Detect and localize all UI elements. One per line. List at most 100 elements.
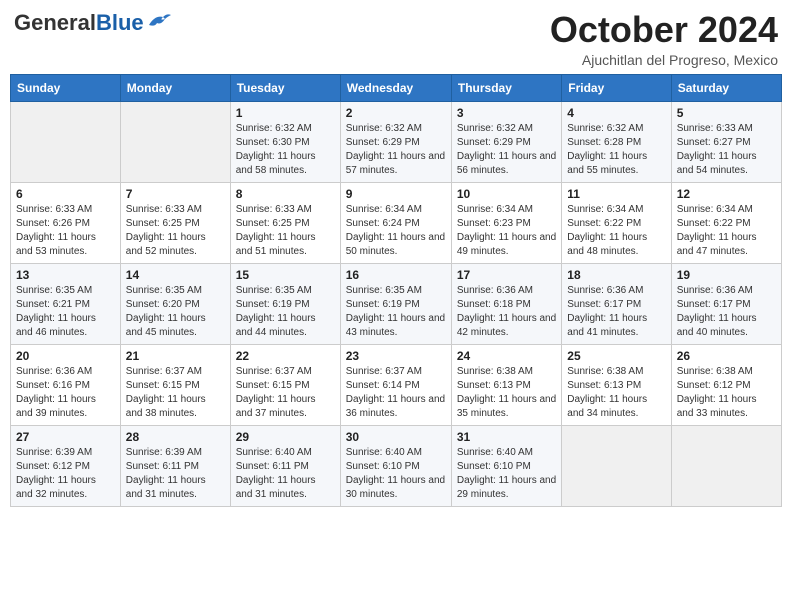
calendar-cell bbox=[562, 425, 671, 506]
logo-text: GeneralBlue bbox=[14, 10, 144, 36]
day-info: Sunrise: 6:36 AM Sunset: 6:17 PM Dayligh… bbox=[677, 284, 776, 340]
day-number: 25 bbox=[567, 349, 665, 363]
day-info: Sunrise: 6:34 AM Sunset: 6:24 PM Dayligh… bbox=[346, 203, 446, 259]
day-number: 18 bbox=[567, 268, 665, 282]
day-info: Sunrise: 6:39 AM Sunset: 6:11 PM Dayligh… bbox=[126, 446, 225, 502]
calendar-cell: 30 Sunrise: 6:40 AM Sunset: 6:10 PM Dayli… bbox=[340, 425, 451, 506]
calendar-header: SundayMondayTuesdayWednesdayThursdayFrid… bbox=[11, 74, 782, 101]
calendar-cell: 25Sunrise: 6:38 AM Sunset: 6:13 PM Dayli… bbox=[562, 344, 671, 425]
calendar-cell: 5Sunrise: 6:33 AM Sunset: 6:27 PM Daylig… bbox=[671, 101, 781, 182]
day-info: Sunrise: 6:35 AM Sunset: 6:19 PM Dayligh… bbox=[346, 284, 446, 340]
day-number: 1 bbox=[236, 106, 335, 120]
day-info: Sunrise: 6:32 AM Sunset: 6:29 PM Dayligh… bbox=[346, 122, 446, 178]
day-number: 13 bbox=[16, 268, 115, 282]
day-info: Sunrise: 6:33 AM Sunset: 6:25 PM Dayligh… bbox=[126, 203, 225, 259]
day-number: 11 bbox=[567, 187, 665, 201]
calendar-header-cell-monday: Monday bbox=[120, 74, 230, 101]
day-info: Sunrise: 6:40 AM Sunset: 6:10 PM Dayligh… bbox=[457, 446, 556, 502]
day-number: 2 bbox=[346, 106, 446, 120]
day-info: Sunrise: 6:37 AM Sunset: 6:15 PM Dayligh… bbox=[126, 365, 225, 421]
calendar-header-row: SundayMondayTuesdayWednesdayThursdayFrid… bbox=[11, 74, 782, 101]
calendar-cell: 17 Sunrise: 6:36 AM Sunset: 6:18 PM Dayli… bbox=[451, 263, 561, 344]
day-info: Sunrise: 6:36 AM Sunset: 6:16 PM Dayligh… bbox=[16, 365, 115, 421]
calendar-cell: 23Sunrise: 6:37 AM Sunset: 6:14 PM Dayli… bbox=[340, 344, 451, 425]
day-info: Sunrise: 6:32 AM Sunset: 6:29 PM Dayligh… bbox=[457, 122, 556, 178]
day-number: 31 bbox=[457, 430, 556, 444]
day-info: Sunrise: 6:39 AM Sunset: 6:12 PM Dayligh… bbox=[16, 446, 115, 502]
calendar-week-row: 20 Sunrise: 6:36 AM Sunset: 6:16 PM Dayli… bbox=[11, 344, 782, 425]
calendar-body: 1Sunrise: 6:32 AM Sunset: 6:30 PM Daylig… bbox=[11, 101, 782, 506]
day-number: 27 bbox=[16, 430, 115, 444]
calendar-week-row: 13 Sunrise: 6:35 AM Sunset: 6:21 PM Dayli… bbox=[11, 263, 782, 344]
day-number: 15 bbox=[236, 268, 335, 282]
day-number: 10 bbox=[457, 187, 556, 201]
day-info: Sunrise: 6:37 AM Sunset: 6:14 PM Dayligh… bbox=[346, 365, 446, 421]
calendar-cell: 24Sunrise: 6:38 AM Sunset: 6:13 PM Dayli… bbox=[451, 344, 561, 425]
day-info: Sunrise: 6:35 AM Sunset: 6:19 PM Dayligh… bbox=[236, 284, 335, 340]
calendar-cell bbox=[120, 101, 230, 182]
day-info: Sunrise: 6:36 AM Sunset: 6:18 PM Dayligh… bbox=[457, 284, 556, 340]
calendar-cell: 21Sunrise: 6:37 AM Sunset: 6:15 PM Dayli… bbox=[120, 344, 230, 425]
calendar-cell: 2 Sunrise: 6:32 AM Sunset: 6:29 PM Daylig… bbox=[340, 101, 451, 182]
day-info: Sunrise: 6:33 AM Sunset: 6:27 PM Dayligh… bbox=[677, 122, 776, 178]
calendar-header-cell-saturday: Saturday bbox=[671, 74, 781, 101]
day-number: 3 bbox=[457, 106, 556, 120]
logo-general: General bbox=[14, 10, 96, 35]
day-number: 17 bbox=[457, 268, 556, 282]
calendar-cell: 31 Sunrise: 6:40 AM Sunset: 6:10 PM Dayli… bbox=[451, 425, 561, 506]
calendar-cell: 14 Sunrise: 6:35 AM Sunset: 6:20 PM Dayli… bbox=[120, 263, 230, 344]
calendar-week-row: 1Sunrise: 6:32 AM Sunset: 6:30 PM Daylig… bbox=[11, 101, 782, 182]
calendar-cell bbox=[11, 101, 121, 182]
calendar-cell: 18 Sunrise: 6:36 AM Sunset: 6:17 PM Dayli… bbox=[562, 263, 671, 344]
page-header: GeneralBlue October 2024 Ajuchitlan del … bbox=[10, 10, 782, 68]
day-info: Sunrise: 6:35 AM Sunset: 6:21 PM Dayligh… bbox=[16, 284, 115, 340]
day-info: Sunrise: 6:36 AM Sunset: 6:17 PM Dayligh… bbox=[567, 284, 665, 340]
day-number: 30 bbox=[346, 430, 446, 444]
day-number: 16 bbox=[346, 268, 446, 282]
calendar-cell: 28Sunrise: 6:39 AM Sunset: 6:11 PM Dayli… bbox=[120, 425, 230, 506]
calendar-cell: 19 Sunrise: 6:36 AM Sunset: 6:17 PM Dayli… bbox=[671, 263, 781, 344]
day-info: Sunrise: 6:40 AM Sunset: 6:10 PM Dayligh… bbox=[346, 446, 446, 502]
day-info: Sunrise: 6:33 AM Sunset: 6:25 PM Dayligh… bbox=[236, 203, 335, 259]
calendar-cell: 27 Sunrise: 6:39 AM Sunset: 6:12 PM Dayli… bbox=[11, 425, 121, 506]
day-info: Sunrise: 6:34 AM Sunset: 6:22 PM Dayligh… bbox=[567, 203, 665, 259]
day-number: 12 bbox=[677, 187, 776, 201]
logo: GeneralBlue bbox=[14, 10, 171, 36]
calendar-cell: 6 Sunrise: 6:33 AM Sunset: 6:26 PM Daylig… bbox=[11, 182, 121, 263]
day-number: 19 bbox=[677, 268, 776, 282]
calendar-week-row: 27 Sunrise: 6:39 AM Sunset: 6:12 PM Dayli… bbox=[11, 425, 782, 506]
calendar-header-cell-thursday: Thursday bbox=[451, 74, 561, 101]
month-title: October 2024 bbox=[550, 10, 778, 50]
day-number: 9 bbox=[346, 187, 446, 201]
logo-blue-text: Blue bbox=[96, 10, 144, 35]
day-number: 6 bbox=[16, 187, 115, 201]
title-block: October 2024 Ajuchitlan del Progreso, Me… bbox=[550, 10, 778, 68]
day-info: Sunrise: 6:40 AM Sunset: 6:11 PM Dayligh… bbox=[236, 446, 335, 502]
day-info: Sunrise: 6:32 AM Sunset: 6:28 PM Dayligh… bbox=[567, 122, 665, 178]
calendar-cell: 9 Sunrise: 6:34 AM Sunset: 6:24 PM Daylig… bbox=[340, 182, 451, 263]
day-info: Sunrise: 6:33 AM Sunset: 6:26 PM Dayligh… bbox=[16, 203, 115, 259]
day-number: 14 bbox=[126, 268, 225, 282]
calendar-table: SundayMondayTuesdayWednesdayThursdayFrid… bbox=[10, 74, 782, 507]
calendar-cell: 20 Sunrise: 6:36 AM Sunset: 6:16 PM Dayli… bbox=[11, 344, 121, 425]
location-title: Ajuchitlan del Progreso, Mexico bbox=[550, 52, 778, 68]
logo-bird-icon bbox=[147, 11, 171, 31]
day-info: Sunrise: 6:34 AM Sunset: 6:23 PM Dayligh… bbox=[457, 203, 556, 259]
calendar-week-row: 6 Sunrise: 6:33 AM Sunset: 6:26 PM Daylig… bbox=[11, 182, 782, 263]
day-info: Sunrise: 6:35 AM Sunset: 6:20 PM Dayligh… bbox=[126, 284, 225, 340]
day-number: 20 bbox=[16, 349, 115, 363]
day-number: 29 bbox=[236, 430, 335, 444]
calendar-cell: 26Sunrise: 6:38 AM Sunset: 6:12 PM Dayli… bbox=[671, 344, 781, 425]
calendar-cell: 11 Sunrise: 6:34 AM Sunset: 6:22 PM Dayli… bbox=[562, 182, 671, 263]
day-number: 24 bbox=[457, 349, 556, 363]
day-info: Sunrise: 6:38 AM Sunset: 6:12 PM Dayligh… bbox=[677, 365, 776, 421]
calendar-cell: 1Sunrise: 6:32 AM Sunset: 6:30 PM Daylig… bbox=[230, 101, 340, 182]
calendar-header-cell-tuesday: Tuesday bbox=[230, 74, 340, 101]
day-number: 4 bbox=[567, 106, 665, 120]
day-number: 8 bbox=[236, 187, 335, 201]
calendar-header-cell-sunday: Sunday bbox=[11, 74, 121, 101]
calendar-header-cell-friday: Friday bbox=[562, 74, 671, 101]
calendar-cell: 29 Sunrise: 6:40 AM Sunset: 6:11 PM Dayli… bbox=[230, 425, 340, 506]
day-number: 7 bbox=[126, 187, 225, 201]
calendar-cell bbox=[671, 425, 781, 506]
